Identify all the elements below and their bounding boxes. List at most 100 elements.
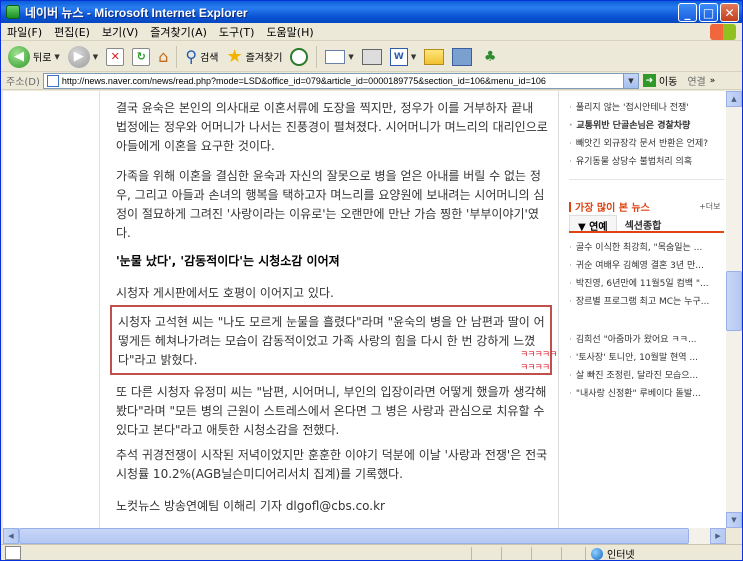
edit-button[interactable]: W ▼ <box>387 44 419 70</box>
menu-edit[interactable]: 편집(E) <box>48 24 96 40</box>
heading-bar <box>569 201 571 212</box>
chevron-down-icon[interactable]: ▼ <box>93 53 98 61</box>
tab-entertainment[interactable]: ▼ 연예 <box>569 215 617 233</box>
list-item[interactable]: 김희선 "아줌마가 왔어요 ㅋㅋ... <box>569 331 701 349</box>
address-input[interactable]: http://news.naver.com/news/read.php?mode… <box>42 72 639 89</box>
list-item[interactable]: 유기동물 상당수 불법처리 의혹 <box>569 153 708 171</box>
print-button[interactable] <box>359 44 385 70</box>
article-paragraph: 시청자 게시판에서도 호평이 이어지고 있다. <box>116 286 334 300</box>
vertical-scrollbar[interactable]: ▲ ▼ <box>726 91 742 528</box>
maximize-button[interactable]: □ <box>699 3 718 22</box>
menu-tools[interactable]: 도구(T) <box>213 24 261 40</box>
status-divider <box>531 547 532 560</box>
address-bar: 주소(D) http://news.naver.com/news/read.ph… <box>1 72 742 90</box>
list-item[interactable]: 풀리지 않는 '접시안테나 전쟁' <box>569 99 708 117</box>
globe-icon <box>591 547 603 560</box>
menu-file[interactable]: 파일(F) <box>1 24 48 40</box>
history-button[interactable] <box>287 44 311 70</box>
forward-button[interactable]: ▶ ▼ <box>65 44 101 70</box>
search-button[interactable]: ⚲ 검색 <box>182 44 221 70</box>
status-bar: 인터넷 <box>1 544 742 561</box>
refresh-button[interactable]: ↻ <box>129 44 153 70</box>
most-viewed-list: 김희선 "아줌마가 왔어요 ㅋㅋ... '토사장' 토니안, 10월말 현역 .… <box>559 331 701 403</box>
list-item[interactable]: 박진영, 6년만에 11월5일 컴백 "... <box>569 275 709 293</box>
mail-button[interactable]: ▼ <box>322 44 356 70</box>
list-item[interactable]: 골수 이식한 최강희, "목숨일는 ... <box>569 239 709 257</box>
scroll-left-icon[interactable]: ◀ <box>3 528 19 544</box>
chevron-down-icon[interactable]: ▼ <box>411 53 416 61</box>
messenger-button[interactable]: ♣ <box>477 44 503 70</box>
article-paragraph: 또 다른 시청자 유정미 씨는 "남편, 시어머니, 부인의 입장이라면 어떻게… <box>116 385 547 437</box>
page-status-icon <box>5 546 21 560</box>
naver-page-icon <box>6 5 20 19</box>
most-viewed-list: 골수 이식한 최강희, "목숨일는 ... 귀순 여배우 김혜영 결혼 3년 만… <box>559 239 709 311</box>
search-icon: ⚲ <box>185 47 198 66</box>
chevron-down-icon[interactable]: ▼ <box>348 53 353 61</box>
back-button[interactable]: ◀ 뒤로 ▼ <box>5 44 63 70</box>
status-divider <box>471 547 472 560</box>
scroll-up-icon[interactable]: ▲ <box>726 91 742 107</box>
zone-label: 인터넷 <box>607 550 635 561</box>
horizontal-scroll-thumb[interactable] <box>19 528 689 544</box>
handwritten-annotation: ㅋㅋㅋㅋㅋㅋㅋㅋㅋ <box>520 350 557 373</box>
article-body: 결국 윤숙은 본인의 의사대로 이혼서류에 도장을 찍지만, 정우가 이를 거부… <box>99 91 557 528</box>
minimize-button[interactable]: _ <box>678 3 697 22</box>
close-button[interactable]: ✕ <box>720 3 739 22</box>
research-icon <box>452 47 473 66</box>
chevron-down-icon[interactable]: ▼ <box>54 53 59 61</box>
list-item[interactable]: "내사랑 신정환" 루베이다 돌발... <box>569 385 701 403</box>
status-divider <box>501 547 502 560</box>
menu-view[interactable]: 보기(V) <box>96 24 144 40</box>
refresh-icon: ↻ <box>132 47 151 66</box>
links-label[interactable]: 연결 <box>687 73 705 88</box>
menu-favorites[interactable]: 즐겨찾기(A) <box>144 24 213 40</box>
list-item[interactable]: 교통위반 단골손님은 경찰차량 <box>569 117 708 135</box>
scroll-down-icon[interactable]: ▼ <box>726 512 742 528</box>
history-icon <box>290 47 309 66</box>
list-item[interactable]: 귀순 여배우 김혜영 결혼 3년 만... <box>569 257 709 275</box>
address-dropdown-icon[interactable]: ▼ <box>622 73 638 88</box>
scroll-right-icon[interactable]: ▶ <box>710 528 726 544</box>
divider <box>569 179 724 180</box>
status-divider <box>561 547 562 560</box>
home-button[interactable]: ⌂ <box>155 44 171 70</box>
address-url[interactable]: http://news.naver.com/news/read.php?mode… <box>62 76 623 86</box>
forward-arrow-icon: ▶ <box>67 45 90 68</box>
highlighted-quote-box: 시청자 고석현 씨는 "나도 모르게 눈물을 흘렸다"라며 "윤숙의 병을 안 … <box>110 305 552 375</box>
title-bar[interactable]: 네이버 뉴스 - Microsoft Internet Explorer _ □… <box>1 1 742 23</box>
search-label: 검색 <box>200 53 219 64</box>
more-link[interactable]: +더보 <box>699 201 720 212</box>
back-label: 뒤로 <box>33 53 52 64</box>
article-paragraph: 추석 귀경전쟁이 시작된 저녁이었지만 훈훈한 이야기 덕분에 이날 '사랑과 … <box>116 448 548 481</box>
stop-icon: ✕ <box>106 47 125 66</box>
folder-icon <box>424 48 445 65</box>
article-quote: 시청자 고석현 씨는 "나도 모르게 눈물을 흘렸다"라며 "윤숙의 병을 안 … <box>118 315 545 367</box>
list-item[interactable]: 살 빠진 조정린, 달라진 모습으... <box>569 367 701 385</box>
messenger-icon: ♣ <box>483 48 497 65</box>
most-viewed-tabs: ▼ 연예 섹션종합 <box>569 215 724 233</box>
go-button[interactable]: ➜ 이동 <box>642 73 677 88</box>
vertical-scroll-thumb[interactable] <box>726 271 742 331</box>
list-item[interactable]: 빼앗긴 외규장각 문서 반환은 언제? <box>569 135 708 153</box>
article-byline: 노컷뉴스 방송연예팀 이해리 기자 dlgofl@cbs.co.kr <box>116 499 385 513</box>
toolbar: ◀ 뒤로 ▼ ▶ ▼ ✕ ↻ ⌂ ⚲ 검색 ★ 즐겨찾기 ▼ W ▼ ♣ <box>1 42 742 72</box>
chevron-right-icon[interactable]: » <box>710 76 716 86</box>
folder-button[interactable] <box>421 44 447 70</box>
toolbar-separator <box>316 45 318 68</box>
printer-icon <box>361 48 382 65</box>
menu-help[interactable]: 도움말(H) <box>260 24 319 40</box>
research-button[interactable] <box>449 44 475 70</box>
security-zone: 인터넷 <box>591 546 635 561</box>
stop-button[interactable]: ✕ <box>103 44 127 70</box>
most-viewed-heading: 가장 많이 본 뉴스 <box>569 199 650 214</box>
tab-section-overall[interactable]: 섹션종합 <box>617 215 670 232</box>
favorites-label: 즐겨찾기 <box>245 53 283 64</box>
list-item[interactable]: '토사장' 토니안, 10월말 현역 ... <box>569 349 701 367</box>
most-viewed-label: 가장 많이 본 뉴스 <box>575 203 650 214</box>
favorites-button[interactable]: ★ 즐겨찾기 <box>223 44 285 70</box>
windows-logo-icon <box>710 24 736 40</box>
window-title: 네이버 뉴스 - Microsoft Internet Explorer <box>25 5 248 20</box>
horizontal-scrollbar[interactable]: ◀ ▶ <box>3 528 726 544</box>
article-paragraph: 가족을 위해 이혼을 결심한 윤숙과 자신의 잘못으로 병을 얻은 아내를 버릴… <box>116 169 545 240</box>
list-item[interactable]: 장르별 프로그램 최고 MC는 누구... <box>569 293 709 311</box>
